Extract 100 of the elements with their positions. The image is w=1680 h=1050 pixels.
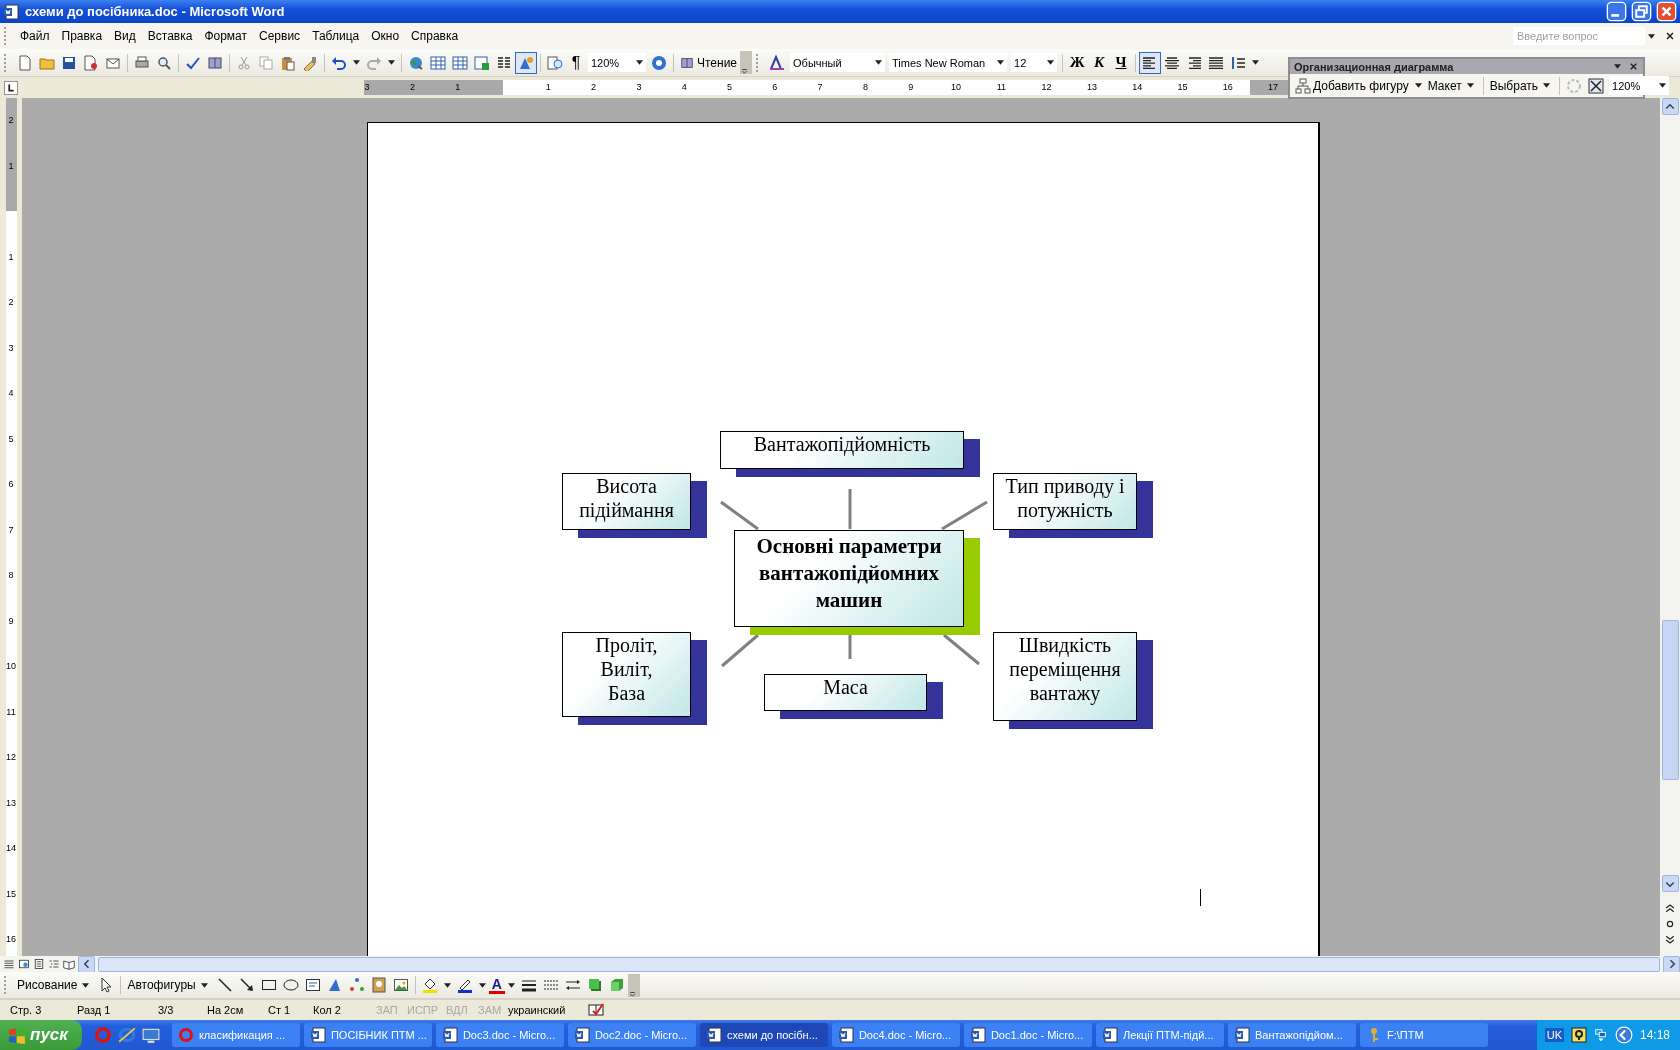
menu-item[interactable]: Вид xyxy=(108,27,142,45)
dash-style-icon[interactable] xyxy=(542,977,559,993)
menu-item[interactable]: Вставка xyxy=(141,27,199,45)
language-indicator[interactable]: UK xyxy=(1544,1028,1564,1042)
taskbar-button[interactable]: схеми до посібн... xyxy=(699,1023,828,1047)
caret-icon[interactable] xyxy=(636,60,643,65)
select-button[interactable]: Выбрать xyxy=(1486,78,1557,93)
pilcrow-button[interactable]: ¶ xyxy=(566,53,586,72)
taskbar-button[interactable]: Doc2.doc - Micro... xyxy=(567,1023,696,1047)
caret-icon[interactable] xyxy=(1047,60,1055,65)
show-hidden-icons-icon[interactable] xyxy=(1614,1026,1633,1044)
fill-color-icon[interactable] xyxy=(421,977,438,993)
caret-icon[interactable] xyxy=(1659,83,1667,88)
caret-icon[interactable] xyxy=(997,60,1005,65)
print-preview-icon[interactable] xyxy=(156,54,172,71)
print-layout-icon[interactable] xyxy=(33,958,45,970)
browse-object-icon[interactable] xyxy=(1664,918,1676,930)
styles-icon[interactable] xyxy=(769,54,786,71)
zoom-field[interactable]: 120% xyxy=(588,53,646,72)
text-box-icon[interactable] xyxy=(304,977,321,993)
drawing-toggle-button[interactable] xyxy=(515,51,537,74)
caret-icon[interactable] xyxy=(507,982,515,988)
font-field[interactable]: Times New Roman xyxy=(889,53,1008,72)
style-field[interactable]: Обычный xyxy=(790,53,886,72)
windows-icon[interactable] xyxy=(1593,1028,1608,1042)
insert-table-icon[interactable] xyxy=(452,54,468,71)
caret-icon[interactable] xyxy=(1614,64,1621,69)
close-icon[interactable] xyxy=(1628,61,1639,72)
bold-button[interactable]: Ж xyxy=(1066,54,1089,71)
spelling-status-icon[interactable] xyxy=(588,1002,604,1018)
align-left-button[interactable] xyxy=(1139,51,1162,74)
arrow-style-icon[interactable] xyxy=(564,977,581,993)
web-view-icon[interactable] xyxy=(18,958,30,970)
menu-item[interactable]: Справка xyxy=(405,27,465,45)
caret-icon[interactable] xyxy=(875,60,883,65)
shadow-icon[interactable] xyxy=(586,977,603,993)
taskbar-button[interactable]: ПОСІБНИК ПТМ ... xyxy=(303,1023,432,1047)
menu-item[interactable]: Формат xyxy=(198,27,254,45)
caret-icon[interactable] xyxy=(353,60,360,65)
close-icon[interactable] xyxy=(1656,1,1677,22)
clipboard-icon[interactable] xyxy=(280,54,296,71)
zoom-field[interactable]: 120% xyxy=(1609,76,1670,95)
menu-item[interactable]: Сервис xyxy=(253,27,307,45)
previous-page-icon[interactable] xyxy=(1664,902,1676,914)
scroll-thumb[interactable] xyxy=(1661,620,1679,780)
line-icon[interactable] xyxy=(216,977,233,993)
layout-button[interactable]: Макет xyxy=(1424,78,1480,93)
reading-button[interactable]: Чтение xyxy=(677,55,741,70)
printer-icon[interactable] xyxy=(134,54,150,71)
oval-icon[interactable] xyxy=(282,977,299,993)
picture-icon[interactable] xyxy=(392,977,409,993)
drawing-menu[interactable]: Рисование xyxy=(14,978,96,992)
taskbar-button[interactable]: Doc3.doc - Micro... xyxy=(435,1023,564,1047)
menu-item[interactable]: Файл xyxy=(14,27,56,45)
book-icon[interactable] xyxy=(207,54,223,71)
next-page-icon[interactable] xyxy=(1664,934,1676,946)
italic-button[interactable]: К xyxy=(1088,54,1111,71)
autoshapes-menu[interactable]: Автофигуры xyxy=(124,978,214,992)
help-icon[interactable] xyxy=(1570,1027,1587,1043)
line-style-icon[interactable] xyxy=(520,977,537,993)
spreadsheet-icon[interactable] xyxy=(474,54,490,71)
columns-icon[interactable] xyxy=(496,54,512,71)
taskbar-button[interactable]: Вантажопідйом... xyxy=(1227,1023,1356,1047)
font-color-button[interactable]: A xyxy=(488,976,505,994)
restore-icon[interactable] xyxy=(1631,1,1652,22)
table-icon[interactable] xyxy=(430,54,446,71)
minimize-icon[interactable] xyxy=(1606,1,1627,22)
fit-text-icon[interactable] xyxy=(1588,77,1605,94)
taskbar-button[interactable]: Лекції ПТМ-підй... xyxy=(1095,1023,1224,1047)
caret-icon[interactable] xyxy=(478,982,486,988)
normal-view-icon[interactable] xyxy=(3,958,15,970)
reading-view-icon[interactable] xyxy=(63,958,75,970)
document-map-icon[interactable] xyxy=(547,54,563,71)
scroll-thumb[interactable] xyxy=(98,956,1660,972)
page-icon[interactable] xyxy=(17,54,33,71)
menu-item[interactable]: Таблица xyxy=(306,27,366,45)
diagram-icon[interactable] xyxy=(348,977,365,993)
arrow-icon[interactable] xyxy=(238,977,255,993)
hyperlink-icon[interactable] xyxy=(408,54,424,71)
taskbar-button[interactable]: класификация ... xyxy=(171,1023,300,1047)
taskbar-button[interactable]: Doc1.doc - Micro... xyxy=(963,1023,1092,1047)
taskbar-button[interactable]: F:\ПТМ xyxy=(1359,1023,1488,1047)
rectangle-icon[interactable] xyxy=(260,977,277,993)
caret-icon[interactable] xyxy=(1414,83,1422,88)
font-size-field[interactable]: 12 xyxy=(1011,53,1058,72)
caret-icon[interactable] xyxy=(388,60,395,65)
caret-icon[interactable] xyxy=(443,982,451,988)
close-icon[interactable] xyxy=(1664,30,1676,42)
clip-art-icon[interactable] xyxy=(370,977,387,993)
taskbar-button[interactable]: Doc4.doc - Micro... xyxy=(831,1023,960,1047)
caret-icon[interactable] xyxy=(1648,33,1655,39)
line-spacing-icon[interactable] xyxy=(1230,54,1247,71)
3d-icon[interactable] xyxy=(608,977,625,993)
desktop-icon[interactable] xyxy=(141,1026,160,1044)
tab-selector-icon[interactable] xyxy=(4,80,18,95)
add-shape-button[interactable]: Добавить фигуру xyxy=(1292,77,1412,94)
underline-button[interactable]: Ч xyxy=(1110,54,1133,71)
caret-icon[interactable] xyxy=(1252,60,1260,65)
wordart-icon[interactable] xyxy=(326,977,343,993)
menu-item[interactable]: Правка xyxy=(55,27,109,45)
